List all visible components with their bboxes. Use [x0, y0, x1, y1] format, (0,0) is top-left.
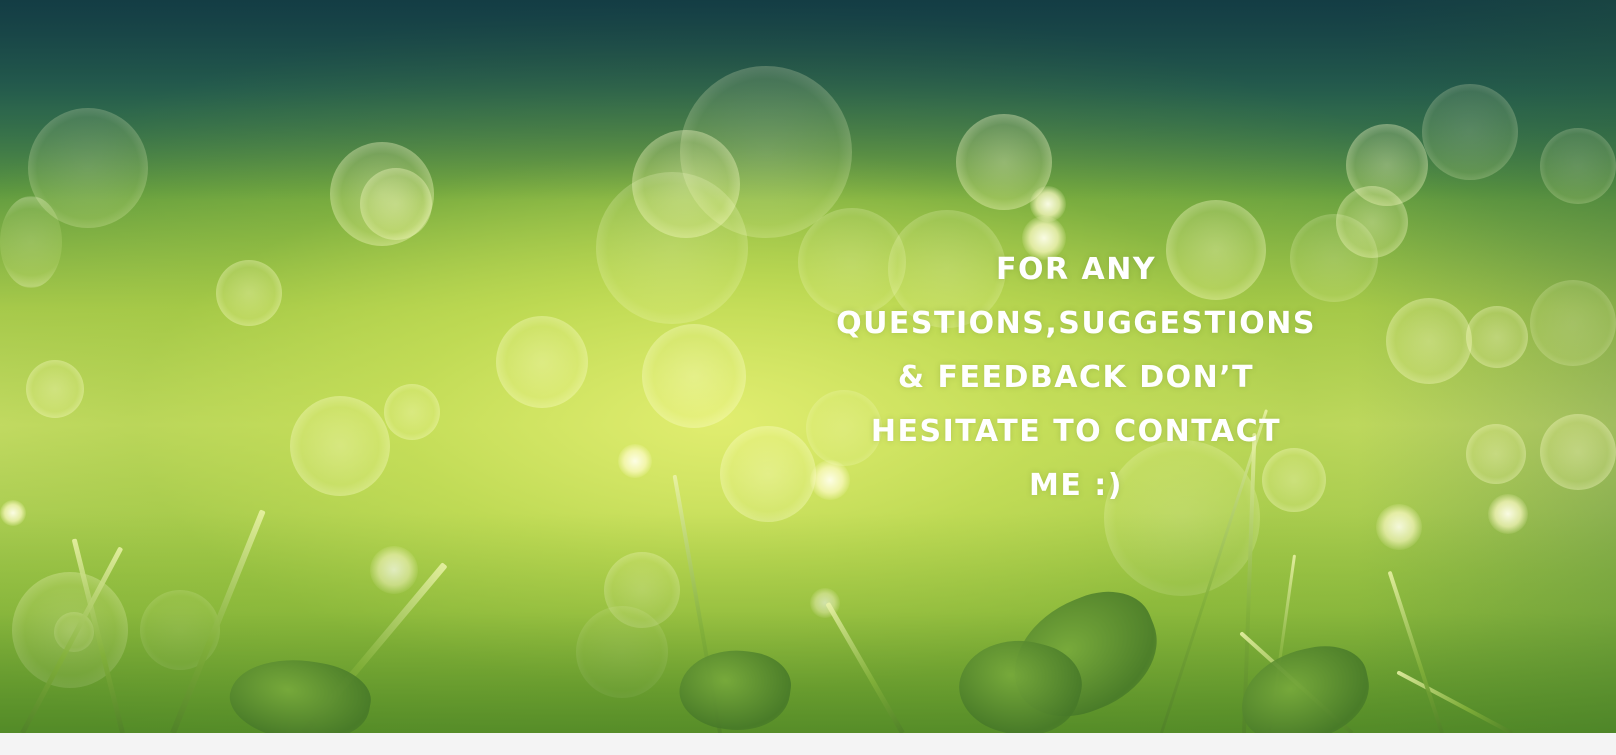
- bokeh-light: [1540, 128, 1616, 204]
- bokeh-highlight: [1030, 186, 1066, 222]
- message-line: ME :): [1029, 468, 1123, 503]
- message-line: & FEEDBACK DON’T: [897, 360, 1255, 395]
- bokeh-light: [216, 260, 282, 326]
- bokeh-light: [496, 316, 588, 408]
- bokeh-light: [642, 324, 746, 428]
- contact-invitation-message: FOR ANY QUESTIONS,SUGGESTIONS & FEEDBACK…: [796, 243, 1356, 513]
- bokeh-light: [26, 360, 84, 418]
- bokeh-light: [290, 396, 390, 496]
- bokeh-light: [1466, 424, 1526, 484]
- contact-hero-banner: FOR ANY QUESTIONS,SUGGESTIONS & FEEDBACK…: [0, 0, 1616, 733]
- bokeh-highlight: [618, 444, 652, 478]
- bokeh-light: [1540, 414, 1616, 490]
- bokeh-light: [384, 384, 440, 440]
- message-line: FOR ANY: [995, 252, 1157, 287]
- bokeh-light: [596, 172, 748, 324]
- bokeh-light: [1530, 280, 1616, 366]
- bokeh-light: [28, 108, 148, 228]
- message-line: HESITATE TO CONTACT: [870, 414, 1282, 449]
- bokeh-light: [360, 168, 432, 240]
- bokeh-light: [1422, 84, 1518, 180]
- message-line: QUESTIONS,SUGGESTIONS: [836, 306, 1316, 341]
- bokeh-light: [1466, 306, 1528, 368]
- bokeh-light: [1386, 298, 1472, 384]
